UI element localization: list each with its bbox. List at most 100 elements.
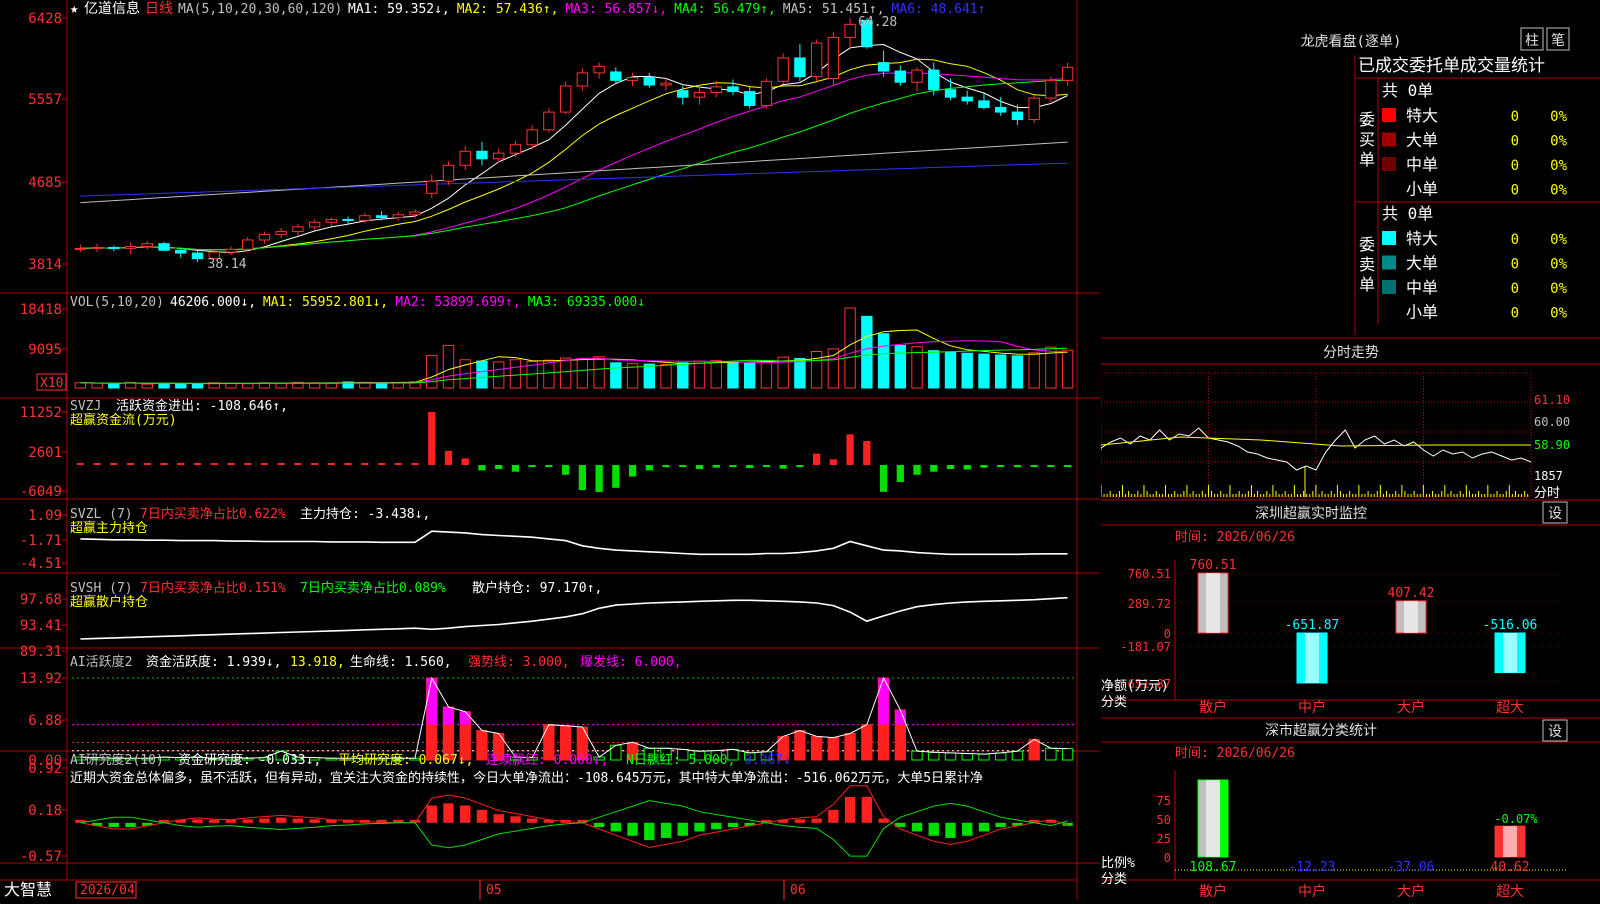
candle-body[interactable] [911,69,923,83]
research-bar[interactable] [660,822,672,838]
activity-bar[interactable] [911,750,923,761]
volume-bar[interactable] [1061,349,1074,389]
svzj-bar[interactable] [578,465,586,490]
volume-bar[interactable] [493,361,505,389]
research-bar[interactable] [677,822,688,836]
svzj-bar[interactable] [311,463,319,465]
volume-bar[interactable] [108,383,120,389]
svzj-bar[interactable] [913,465,921,475]
svzj-bar[interactable] [846,434,854,465]
candle-body[interactable] [375,215,388,219]
candle-body[interactable] [576,72,589,87]
volume-panel[interactable]: 18418 9095 X10 [20,302,1074,391]
svzj-bar[interactable] [361,463,369,465]
candle-body[interactable] [292,226,304,233]
svzj-bar[interactable] [645,465,653,471]
candle-body[interactable] [928,69,940,91]
volume-bar[interactable] [710,360,722,389]
svzj-bar[interactable] [528,465,536,467]
candle-body[interactable] [827,36,840,79]
candle-body[interactable] [777,57,789,82]
activity-bar[interactable] [1011,750,1024,761]
research-bar[interactable] [727,822,739,828]
volume-bar[interactable] [559,357,572,389]
svzj-bar[interactable] [377,463,386,465]
research-bar[interactable] [443,803,454,823]
svzj-bar[interactable] [394,463,402,465]
research-bar[interactable] [945,822,956,838]
price-panel[interactable]: 6428 5557 4685 3814 64.28 38.14 [28,11,1074,273]
svzj-bar[interactable] [478,465,486,471]
svsh-line[interactable] [80,596,1068,640]
candle-body[interactable] [744,91,756,107]
svzj-bar[interactable] [143,463,151,465]
svzj-bar[interactable] [327,463,335,465]
volume-bar[interactable] [610,362,622,389]
volume-bar[interactable] [91,382,103,389]
research-bar[interactable] [426,805,437,823]
volume-bar[interactable] [643,363,655,389]
research-bar[interactable] [493,814,504,823]
activity-bar[interactable] [944,752,957,761]
research-bar[interactable] [476,809,488,823]
svzj-bar[interactable] [344,463,352,465]
candle-body[interactable] [1011,111,1024,121]
research-bar[interactable] [209,819,220,823]
volume-bar[interactable] [242,383,254,389]
svzj-bar[interactable] [193,463,202,465]
candle-body[interactable] [175,249,187,254]
volume-bar[interactable] [693,360,706,389]
candle-body[interactable] [242,239,254,250]
volume-bar[interactable] [158,382,170,389]
candle-body[interactable] [727,86,739,93]
volume-bar[interactable] [275,382,287,389]
svzj-bar[interactable] [662,465,670,468]
volume-bar[interactable] [1011,355,1024,389]
svzj-bar[interactable] [177,463,185,465]
research-bar[interactable] [644,822,655,841]
svzj-bar[interactable] [545,465,553,467]
volume-bar[interactable] [727,361,739,389]
candle-body[interactable] [225,248,237,253]
volume-bar[interactable] [861,315,873,389]
activity-bar[interactable] [794,730,806,761]
svzj-bar[interactable] [779,465,787,469]
research-bar[interactable] [225,819,237,823]
svzj-bar[interactable] [511,465,520,472]
candle-body[interactable] [810,42,823,78]
volume-bar[interactable] [1028,352,1040,389]
candle-body[interactable] [342,218,354,221]
research-bar[interactable] [844,796,856,823]
activity-bar[interactable] [827,737,840,761]
volume-bar[interactable] [74,382,87,389]
candle-body[interactable] [643,77,655,86]
svzj-bar[interactable] [712,465,720,468]
candle-body[interactable] [1028,97,1040,121]
candle-body[interactable] [526,129,538,146]
svzj-bar[interactable] [110,463,118,465]
research-bar[interactable] [593,822,605,828]
volume-bar[interactable] [141,383,153,389]
svzj-bar[interactable] [93,463,101,465]
candle-body[interactable] [124,246,137,249]
activity-bar[interactable] [928,751,940,761]
candle-body[interactable] [74,247,87,250]
research-bar[interactable] [928,822,939,836]
svzj-bar[interactable] [1047,465,1055,467]
main-chart-area[interactable]: 6428 5557 4685 3814 64.28 38.14 18418 9095 X10 … [0,0,1100,900]
candle-body[interactable] [844,23,856,38]
candle-body[interactable] [325,218,338,223]
research-bar[interactable] [694,822,705,832]
svzj-bar[interactable] [444,450,453,465]
svzj-bar[interactable] [946,465,955,470]
sidebar-svg[interactable]: 龙虎看盘(逐单) 柱笔已成交委托单成交量统计委买单委卖单共 0单共 0单特大 0 0%… [1100,0,1600,900]
activity-bar[interactable] [1061,748,1074,761]
candle-body[interactable] [961,96,973,102]
candle-body[interactable] [559,85,572,113]
volume-bar[interactable] [877,333,890,389]
candle-body[interactable] [191,252,204,260]
research-bar[interactable] [995,822,1006,828]
candle-body[interactable] [543,111,555,131]
volume-bar[interactable] [325,382,338,389]
svzj-bar[interactable] [930,465,938,472]
